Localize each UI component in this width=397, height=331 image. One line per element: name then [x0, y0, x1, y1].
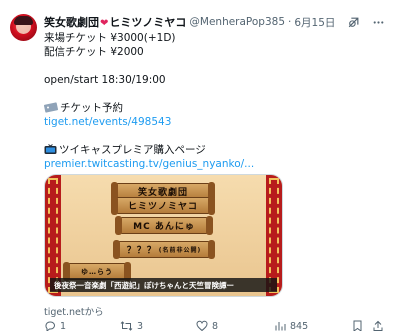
display-name[interactable]: 笑女歌劇団❤ヒミツノミヤコ [44, 14, 186, 30]
action-bar: 1 3 8 845 [44, 320, 389, 331]
user-handle[interactable]: @MenheraPop385 [189, 16, 285, 28]
grok-icon[interactable] [347, 16, 360, 29]
more-options-icon[interactable] [372, 16, 385, 29]
reply-icon [44, 320, 56, 331]
repost-button[interactable]: 3 [120, 320, 143, 331]
repost-count: 3 [137, 320, 144, 331]
bookmark-icon [352, 320, 363, 331]
ticket-reservation-label: チケット予約 [60, 102, 123, 114]
repost-icon [120, 320, 133, 331]
share-icon [372, 320, 384, 331]
poster-guest-note: (名前非公開) [158, 247, 202, 254]
like-count: 8 [212, 320, 219, 331]
avatar[interactable] [10, 14, 37, 41]
text-line-4: open/start 18:30/19:00 [44, 74, 166, 86]
twitcasting-link[interactable]: premier.twitcasting.tv/genius_nyanko/... [44, 157, 389, 171]
header-actions [347, 13, 385, 31]
poster-scroll-mc: MC あんにゅ [115, 216, 213, 235]
poster-caption: 後夜祭一音楽劇「西遊記」ぽけちゃんと天竺冒険譚ー [50, 278, 277, 292]
poster-guest-name: ？？？ [126, 246, 157, 256]
post-date[interactable]: 6月15日 [294, 15, 335, 30]
heart-emoji-icon: ❤ [100, 18, 109, 29]
views-count: 845 [290, 320, 309, 331]
share-button[interactable] [372, 320, 384, 331]
text-line-6: チケット予約 [43, 101, 389, 115]
display-name-text[interactable]: 笑女歌劇団 [44, 16, 99, 29]
reply-button[interactable]: 1 [44, 320, 66, 331]
link-source[interactable]: tiget.netから [44, 304, 104, 318]
tweet-header: 笑女歌劇団❤ヒミツノミヤコ @MenheraPop385 · 6月15日 [44, 13, 389, 31]
reply-count: 1 [60, 320, 67, 331]
text-line-1: 来場チケット ¥3000(+1D) [44, 32, 176, 44]
bookmark-button[interactable] [352, 320, 363, 331]
poster-scroll-subtitle: ヒミツノミヤコ [111, 196, 215, 215]
tweet-text: 来場チケット ¥3000(+1D) 配信チケット ¥2000 open/star… [43, 31, 389, 171]
views-chart-icon [274, 320, 286, 331]
text-line-2: 配信チケット ¥2000 [44, 46, 144, 58]
heart-icon [196, 320, 208, 331]
like-button[interactable]: 8 [196, 320, 218, 331]
separator-dot: · [288, 16, 292, 28]
link-card-image[interactable]: 笑女歌劇団 ヒミツノミヤコ MC あんにゅ ？？？ (名前非公開) ゆ…らう 後夜… [44, 174, 283, 297]
display-name-suffix[interactable]: ヒミツノミヤコ [109, 16, 186, 29]
twitcasting-premier-label: ツイキャスプレミア購入ページ [59, 144, 206, 156]
views-button[interactable]: 845 [274, 320, 308, 331]
tiget-link[interactable]: tiget.net/events/498543 [44, 115, 389, 129]
poster-scroll-guest: ？？？ (名前非公開) [113, 240, 215, 259]
text-line-9: ツイキャスプレミア購入ページ [44, 143, 389, 157]
